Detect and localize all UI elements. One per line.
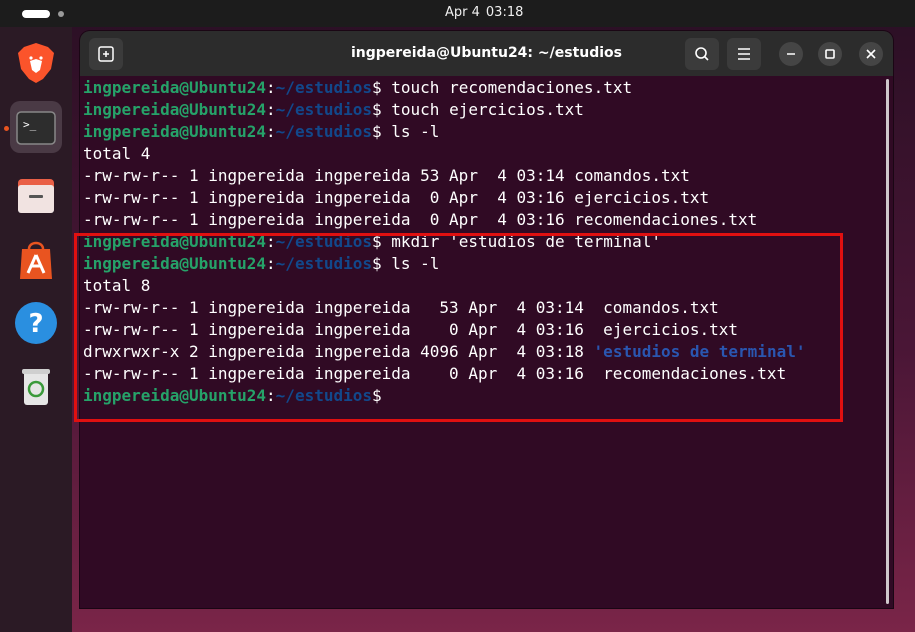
prompt-symbol: $ bbox=[372, 122, 382, 141]
terminal-launcher[interactable]: >_ bbox=[10, 101, 62, 153]
output-text: -rw-rw-r-- 1 ingpereida ingpereida 0 Apr… bbox=[83, 188, 710, 207]
help-launcher[interactable]: ? bbox=[10, 297, 62, 349]
svg-text:>_: >_ bbox=[23, 118, 37, 131]
output-line: -rw-rw-r-- 1 ingpereida ingpereida 53 Ap… bbox=[83, 165, 883, 187]
maximize-button[interactable] bbox=[818, 42, 842, 66]
running-indicator bbox=[4, 126, 9, 131]
folder-icon bbox=[18, 179, 54, 213]
prompt-symbol: $ bbox=[372, 78, 382, 97]
clock[interactable]: Apr 4 03:18 bbox=[0, 5, 915, 20]
search-button[interactable] bbox=[685, 38, 719, 70]
command-text: touch ejercicios.txt bbox=[381, 100, 584, 119]
output-line: -rw-rw-r-- 1 ingpereida ingpereida 0 Apr… bbox=[83, 209, 883, 231]
clock-time: 03:18 bbox=[485, 5, 524, 20]
prompt-separator: : bbox=[266, 122, 276, 141]
prompt-line: ingpereida@Ubuntu24:~/estudios$ touch ej… bbox=[83, 99, 883, 121]
top-bar: Apr 4 03:18 bbox=[0, 0, 915, 27]
prompt-user: ingpereida@Ubuntu24 bbox=[83, 122, 267, 141]
trash-launcher[interactable] bbox=[10, 361, 62, 413]
command-text: touch recomendaciones.txt bbox=[381, 78, 633, 97]
minimize-button[interactable] bbox=[779, 42, 803, 66]
prompt-path: ~/estudios bbox=[275, 100, 372, 119]
prompt-user: ingpereida@Ubuntu24 bbox=[83, 78, 267, 97]
help-question-icon: ? bbox=[15, 302, 57, 344]
dock: >_ ? bbox=[0, 27, 72, 632]
prompt-line: ingpereida@Ubuntu24:~/estudios$ touch re… bbox=[83, 77, 883, 99]
hamburger-menu-icon bbox=[738, 48, 750, 60]
prompt-path: ~/estudios bbox=[275, 78, 372, 97]
svg-text:?: ? bbox=[28, 309, 43, 339]
window-titlebar[interactable]: ingpereida@Ubuntu24: ~/estudios bbox=[80, 31, 893, 76]
minimize-icon bbox=[787, 53, 795, 55]
brave-browser-launcher[interactable] bbox=[10, 37, 62, 89]
app-center-launcher[interactable] bbox=[10, 233, 62, 285]
output-text: -rw-rw-r-- 1 ingpereida ingpereida 53 Ap… bbox=[83, 166, 690, 185]
search-icon bbox=[695, 47, 709, 61]
prompt-symbol: $ bbox=[372, 100, 382, 119]
maximize-icon bbox=[825, 49, 835, 59]
trash-recycle-icon bbox=[22, 369, 50, 405]
terminal-icon: >_ bbox=[16, 111, 56, 145]
window-title: ingpereida@Ubuntu24: ~/estudios bbox=[350, 45, 622, 61]
output-text: -rw-rw-r-- 1 ingpereida ingpereida 0 Apr… bbox=[83, 210, 758, 229]
brave-lion-icon bbox=[18, 43, 54, 83]
prompt-line: ingpereida@Ubuntu24:~/estudios$ ls -l bbox=[83, 121, 883, 143]
prompt-path: ~/estudios bbox=[275, 122, 372, 141]
clock-date: Apr 4 bbox=[445, 5, 480, 20]
files-launcher[interactable] bbox=[10, 169, 62, 221]
prompt-separator: : bbox=[266, 78, 276, 97]
close-icon bbox=[866, 49, 876, 59]
highlight-box bbox=[74, 233, 843, 422]
output-text: total 4 bbox=[83, 144, 151, 163]
scrollbar[interactable] bbox=[886, 79, 889, 604]
output-line: total 4 bbox=[83, 143, 883, 165]
menu-button[interactable] bbox=[727, 38, 761, 70]
command-text: ls -l bbox=[381, 122, 440, 141]
close-button[interactable] bbox=[859, 42, 883, 66]
output-line: -rw-rw-r-- 1 ingpereida ingpereida 0 Apr… bbox=[83, 187, 883, 209]
prompt-user: ingpereida@Ubuntu24 bbox=[83, 100, 267, 119]
prompt-separator: : bbox=[266, 100, 276, 119]
app-center-bag-icon bbox=[20, 241, 52, 279]
